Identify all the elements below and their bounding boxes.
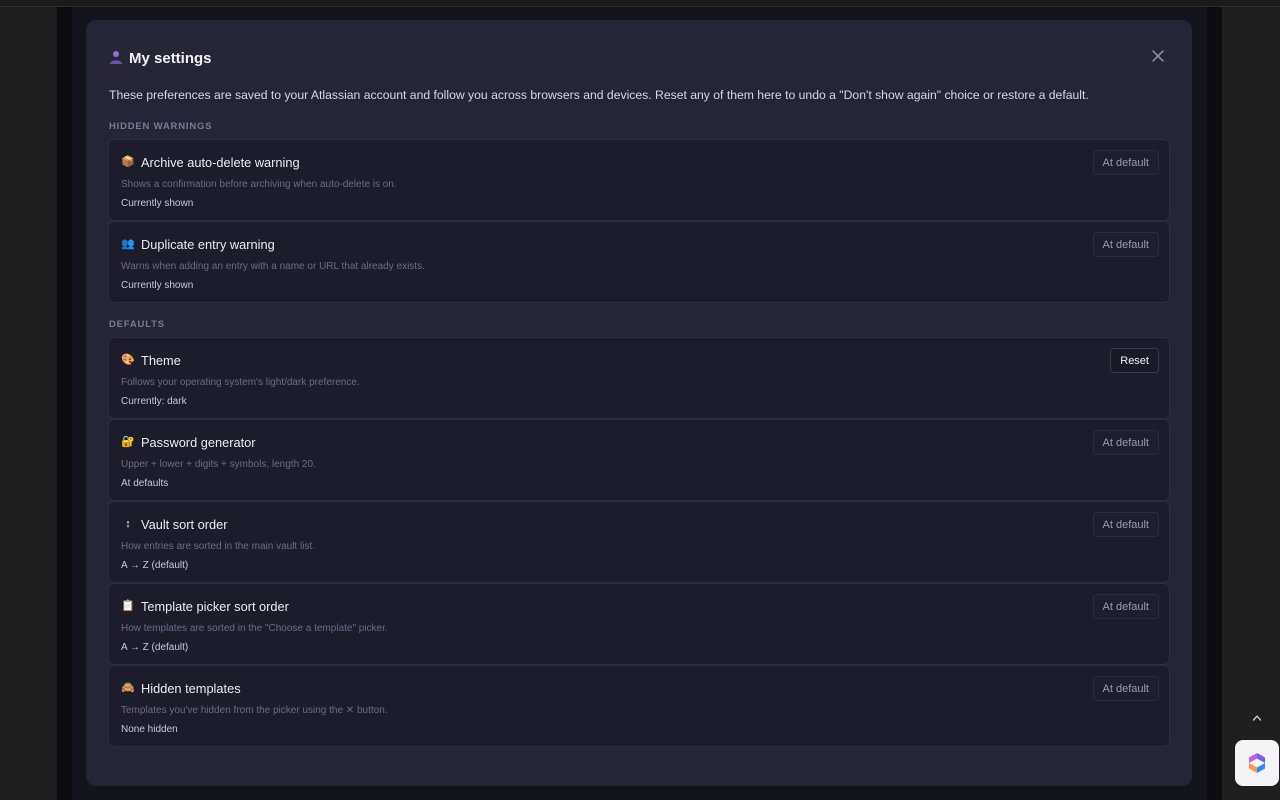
clipboard-icon: 📋 [121,599,135,612]
at-default-button[interactable]: At default [1092,594,1159,619]
setting-card-hidden-templates: 🙈 Hidden templates Templates you've hidd… [108,665,1170,747]
at-default-button[interactable]: At default [1092,232,1159,257]
at-default-button[interactable]: At default [1092,150,1159,175]
scroll-to-top-button[interactable] [1251,712,1263,724]
card-status: Currently shown [121,198,194,209]
settings-modal: My settings These preferences are saved … [86,20,1192,786]
setting-card-template-sort: 📋 Template picker sort order How templat… [108,583,1170,665]
card-description: Templates you've hidden from the picker … [121,705,388,716]
card-status: None hidden [121,724,178,735]
card-status: Currently shown [121,280,194,291]
close-button[interactable] [1150,48,1166,64]
at-default-button[interactable]: At default [1092,676,1159,701]
setting-card-vault-sort: ↕ Vault sort order How entries are sorte… [108,501,1170,583]
users-icon: 👥 [121,237,135,250]
card-title-row: 🎨 Theme [121,351,181,369]
card-name: Duplicate entry warning [141,236,275,252]
reset-button[interactable]: Reset [1110,348,1159,373]
card-title-row: ↕ Vault sort order [121,515,228,533]
chevron-up-icon [1252,715,1262,721]
card-name: Vault sort order [141,516,228,532]
setting-card-archive-warning: 📦 Archive auto-delete warning Shows a co… [108,139,1170,221]
at-default-button[interactable]: At default [1092,430,1159,455]
card-title-row: 👥 Duplicate entry warning [121,235,275,253]
card-description: Warns when adding an entry with a name o… [121,261,425,272]
card-name: Password generator [141,434,256,450]
setting-card-duplicate-warning: 👥 Duplicate entry warning Warns when add… [108,221,1170,303]
close-icon [1152,50,1164,62]
card-name: Hidden templates [141,680,241,696]
card-status: A → Z (default) [121,560,189,571]
user-icon [109,50,123,66]
card-description: Upper + lower + digits + symbols, length… [121,459,316,470]
modal-title: My settings [129,49,212,67]
setting-card-password-generator: 🔐 Password generator Upper + lower + dig… [108,419,1170,501]
section-label-defaults: DEFAULTS [109,319,165,330]
intro-text: These preferences are saved to your Atla… [109,88,1089,102]
card-name: Theme [141,352,181,368]
card-status: A → Z (default) [121,642,189,653]
section-label-hidden-warnings: HIDDEN WARNINGS [109,121,213,132]
see-no-evil-icon: 🙈 [121,681,135,694]
card-description: Follows your operating system's light/da… [121,377,360,388]
at-default-button[interactable]: At default [1092,512,1159,537]
card-title-row: 📦 Archive auto-delete warning [121,153,300,171]
card-title-row: 🔐 Password generator [121,433,256,451]
sort-arrows-icon: ↕ [125,517,131,530]
package-icon: 📦 [121,155,135,168]
card-title-row: 📋 Template picker sort order [121,597,289,615]
lock-icon: 🔐 [121,435,135,448]
card-status: At defaults [121,478,169,489]
browser-top-bar [0,0,1280,7]
palette-icon: 🎨 [121,353,135,366]
card-name: Archive auto-delete warning [141,154,300,170]
card-description: How entries are sorted in the main vault… [121,541,315,552]
card-description: Shows a confirmation before archiving wh… [121,179,397,190]
card-description: How templates are sorted in the "Choose … [121,623,388,634]
assistant-launcher-button[interactable] [1235,740,1279,786]
card-status: Currently: dark [121,396,187,407]
card-title-row: 🙈 Hidden templates [121,679,241,697]
setting-card-theme: 🎨 Theme Follows your operating system's … [108,337,1170,419]
app-logo-icon [1249,753,1265,773]
card-name: Template picker sort order [141,598,289,614]
modal-header: My settings [109,48,212,68]
